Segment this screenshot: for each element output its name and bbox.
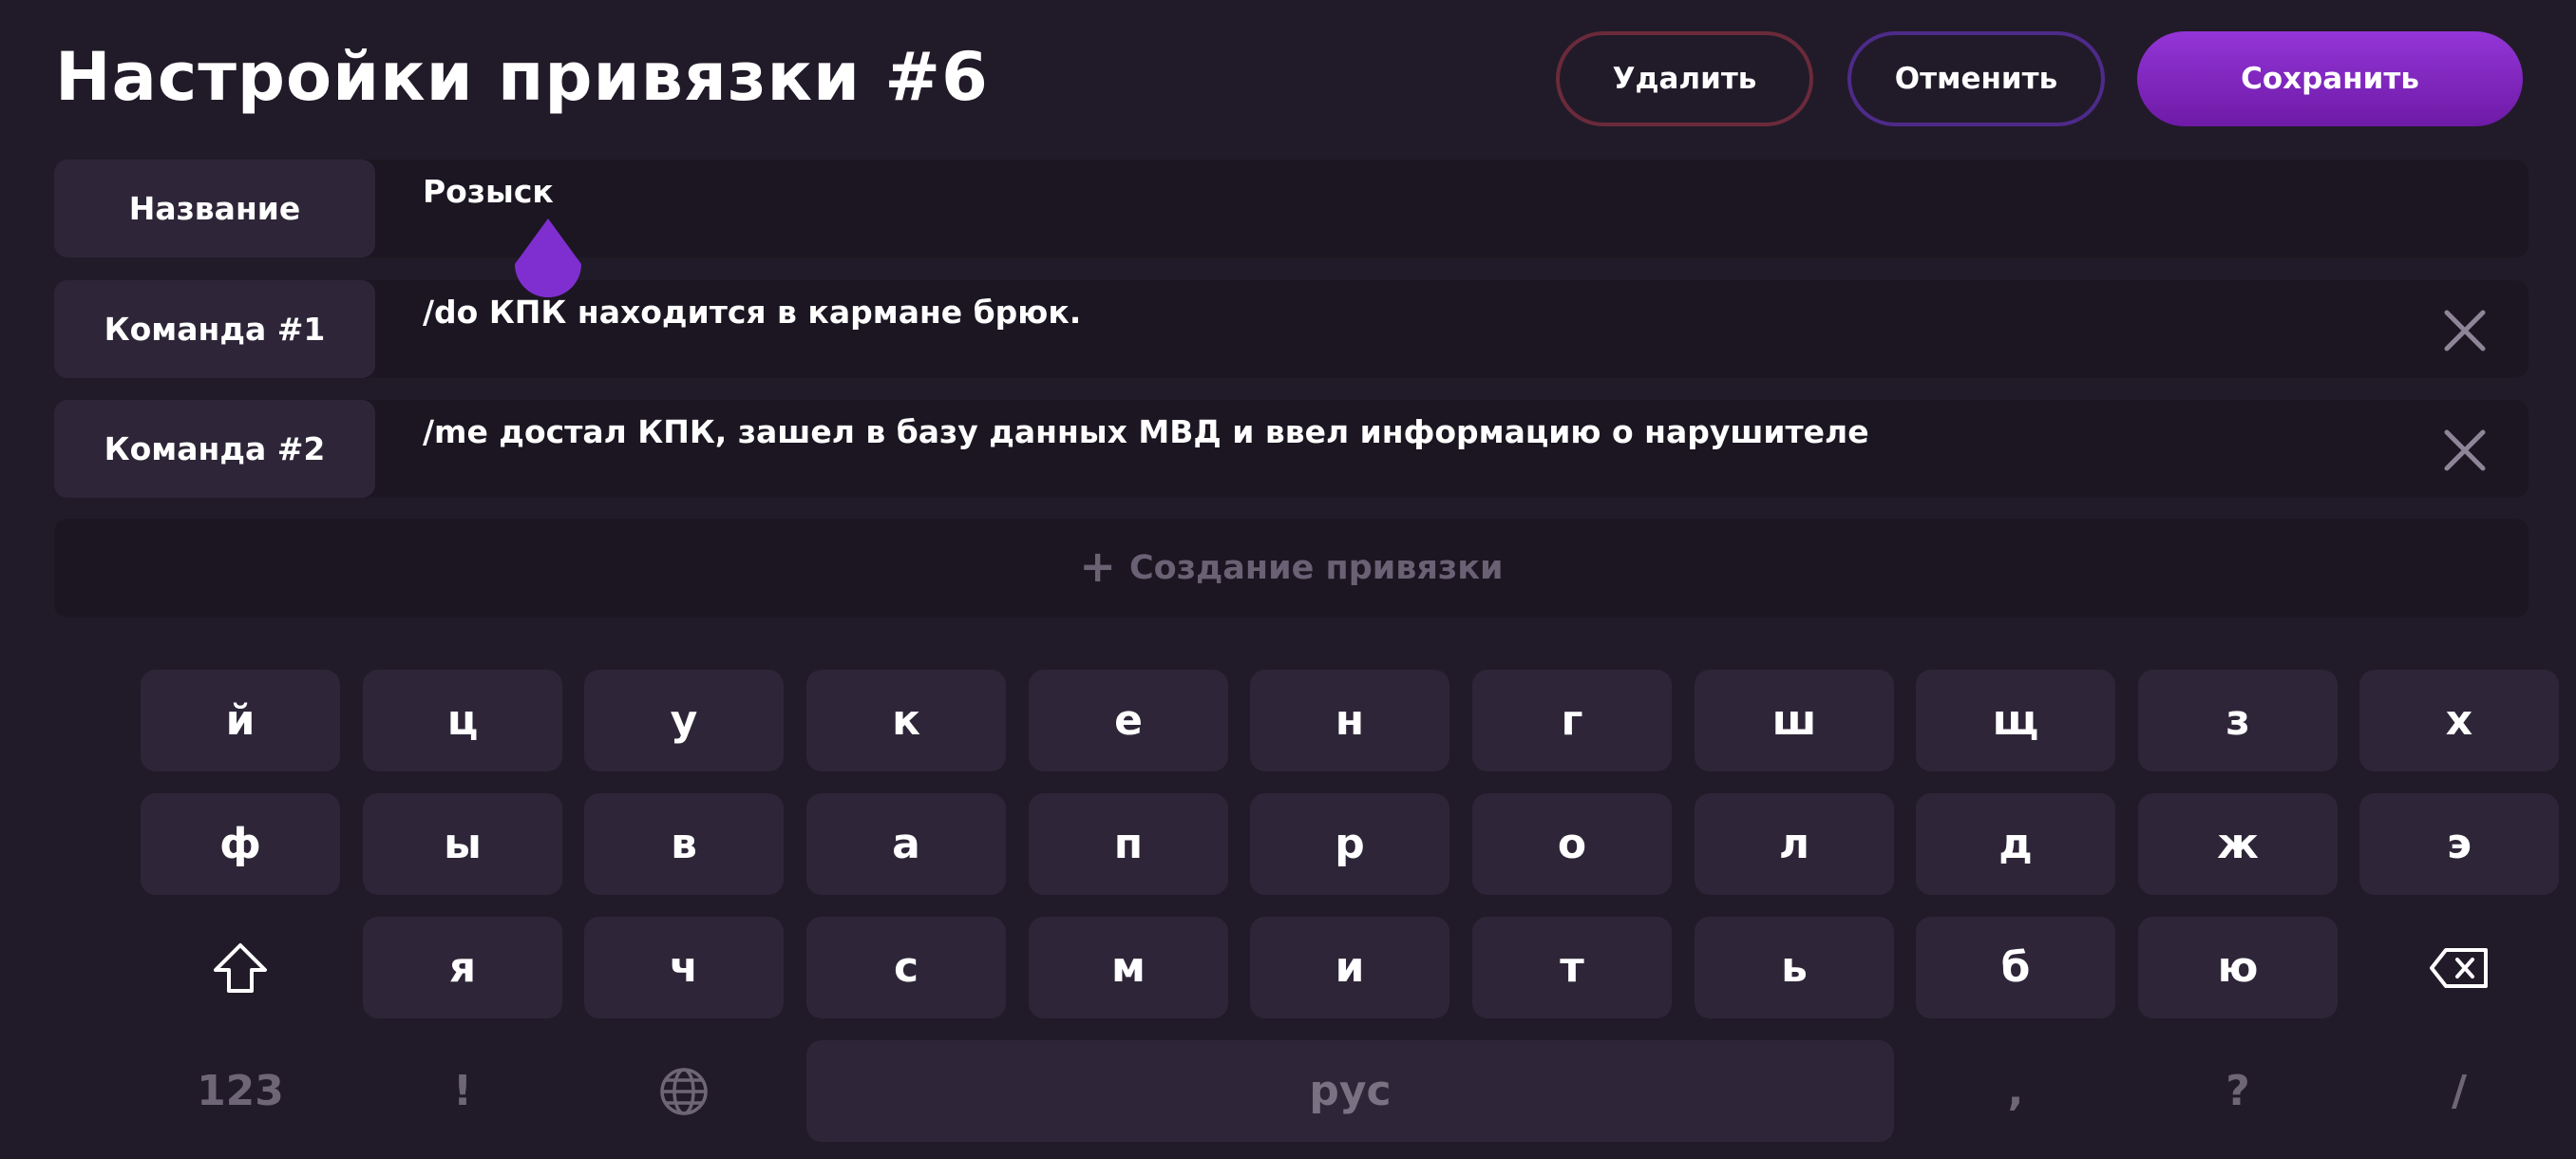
cancel-button[interactable]: Отменить	[1847, 31, 2105, 126]
key[interactable]: п	[1029, 793, 1228, 895]
key[interactable]: з	[2138, 670, 2338, 771]
exclamation-key[interactable]: !	[363, 1040, 562, 1142]
key[interactable]: и	[1250, 917, 1449, 1018]
close-icon[interactable]	[2441, 307, 2489, 354]
key[interactable]: ц	[363, 670, 562, 771]
key[interactable]: ь	[1695, 917, 1894, 1018]
key[interactable]: щ	[1916, 670, 2115, 771]
name-field-row: Название Розыск	[54, 160, 2529, 257]
delete-button[interactable]: Удалить	[1556, 31, 1813, 126]
name-field-input[interactable]: Розыск	[423, 173, 554, 210]
key[interactable]: б	[1916, 917, 2115, 1018]
key[interactable]: т	[1472, 917, 1672, 1018]
page-title: Настройки привязки #6	[55, 38, 989, 116]
key[interactable]: в	[584, 793, 784, 895]
key[interactable]: ы	[363, 793, 562, 895]
key[interactable]: й	[141, 670, 340, 771]
key[interactable]: г	[1472, 670, 1672, 771]
question-key[interactable]: ?	[2138, 1040, 2338, 1142]
command-2-input[interactable]: /me достал КПК, зашел в базу данных МВД …	[423, 413, 1869, 450]
key[interactable]: м	[1029, 917, 1228, 1018]
comma-key[interactable]: ,	[1916, 1040, 2115, 1142]
key[interactable]: о	[1472, 793, 1672, 895]
shift-key[interactable]	[141, 917, 340, 1018]
command-1-label: Команда #1	[54, 280, 375, 378]
key[interactable]: ф	[141, 793, 340, 895]
language-key[interactable]	[584, 1040, 784, 1142]
key[interactable]: к	[806, 670, 1006, 771]
add-binding-label: Создание привязки	[1128, 549, 1504, 587]
backspace-key[interactable]	[2359, 917, 2559, 1018]
key[interactable]: я	[363, 917, 562, 1018]
key[interactable]: с	[806, 917, 1006, 1018]
add-binding-button[interactable]: + Создание привязки	[54, 519, 2529, 618]
key[interactable]: э	[2359, 793, 2559, 895]
key[interactable]: д	[1916, 793, 2115, 895]
key[interactable]: ш	[1695, 670, 1894, 771]
key[interactable]: е	[1029, 670, 1228, 771]
key[interactable]: л	[1695, 793, 1894, 895]
close-icon[interactable]	[2441, 427, 2489, 474]
command-1-row: Команда #1 /do КПК находится в кармане б…	[54, 280, 2529, 378]
shift-icon	[214, 942, 267, 993]
numbers-key[interactable]: 123	[141, 1040, 340, 1142]
slash-key[interactable]: /	[2359, 1040, 2559, 1142]
globe-icon	[660, 1067, 708, 1115]
key[interactable]: ю	[2138, 917, 2338, 1018]
command-2-row: Команда #2 /me достал КПК, зашел в базу …	[54, 400, 2529, 498]
save-button[interactable]: Сохранить	[2137, 31, 2523, 126]
name-field-label: Название	[54, 160, 375, 257]
key[interactable]: х	[2359, 670, 2559, 771]
text-cursor-handle[interactable]	[513, 218, 583, 300]
space-key[interactable]: рус	[806, 1040, 1894, 1142]
key[interactable]: ч	[584, 917, 784, 1018]
command-2-label: Команда #2	[54, 400, 375, 498]
key[interactable]: р	[1250, 793, 1449, 895]
key[interactable]: а	[806, 793, 1006, 895]
backspace-icon	[2430, 947, 2488, 988]
plus-icon: +	[1079, 541, 1116, 592]
key[interactable]: у	[584, 670, 784, 771]
key[interactable]: ж	[2138, 793, 2338, 895]
key[interactable]: н	[1250, 670, 1449, 771]
